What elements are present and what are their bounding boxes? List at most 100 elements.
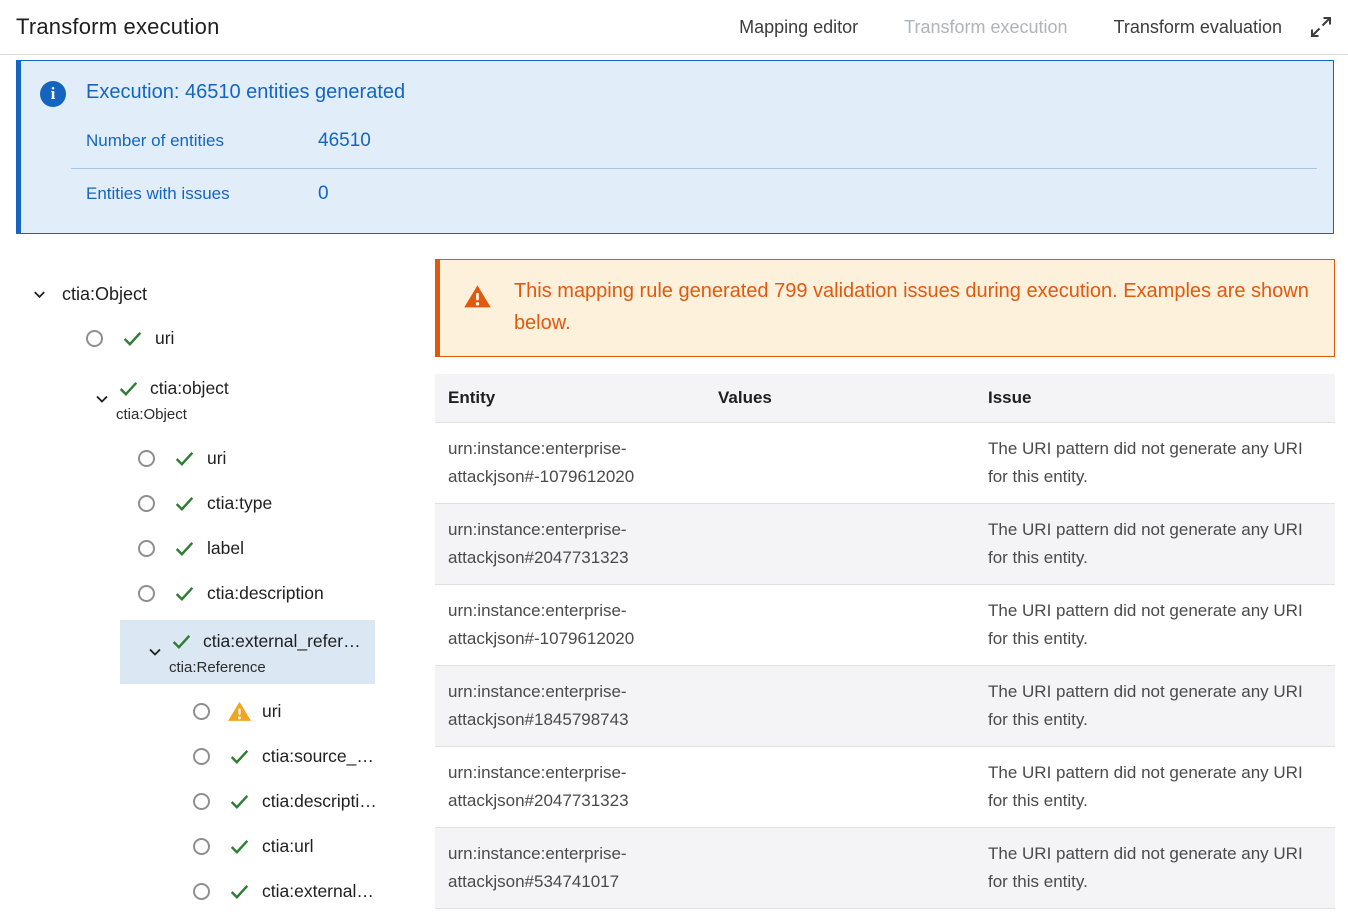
success-check-icon	[172, 446, 197, 471]
tree-item-uri[interactable]: uri	[0, 316, 174, 361]
stat-value: 0	[318, 183, 329, 205]
issue-cell: The URI pattern did not generate any URI…	[975, 516, 1335, 572]
table-row: urn:instance:enterprise-attackjson#53474…	[435, 827, 1335, 909]
execution-summary-content: Execution: 46510 entities generated Numb…	[86, 79, 1317, 215]
tree-item-label[interactable]: ctia:descripti…	[262, 791, 377, 812]
execution-summary-banner: i Execution: 46510 entities generated Nu…	[16, 60, 1334, 234]
tree-item-uri-warning[interactable]: uri	[0, 689, 281, 734]
success-check-icon	[172, 491, 197, 516]
tree-item-ctia-external-id[interactable]: ctia:external…	[0, 869, 374, 914]
column-header-entity: Entity	[435, 388, 705, 408]
stat-entities-with-issues: Entities with issues 0	[86, 169, 1317, 215]
success-check-icon	[227, 834, 252, 859]
radio-button[interactable]	[193, 748, 210, 765]
tree-item-label[interactable]: ctia:url	[262, 836, 314, 857]
success-check-icon	[227, 879, 252, 904]
expand-diagonal-arrows-icon	[1309, 15, 1333, 39]
success-check-icon	[172, 581, 197, 606]
chevron-down-icon[interactable]	[145, 642, 165, 662]
issue-cell: The URI pattern did not generate any URI…	[975, 678, 1335, 734]
tree-item-label[interactable]: ctia:source_…	[262, 746, 374, 767]
radio-button[interactable]	[138, 495, 155, 512]
chevron-down-icon[interactable]	[30, 285, 49, 304]
issue-cell: The URI pattern did not generate any URI…	[975, 840, 1335, 896]
radio-button[interactable]	[193, 883, 210, 900]
issue-cell: The URI pattern did not generate any URI…	[975, 435, 1335, 491]
tree-item-label[interactable]: uri	[155, 328, 174, 349]
entity-cell: urn:instance:enterprise-attackjson#20477…	[435, 516, 705, 572]
tree-item-label[interactable]: ctia:external_refer…	[203, 631, 361, 652]
values-cell	[705, 840, 975, 896]
header-tabs: Mapping editor Transform execution Trans…	[739, 17, 1282, 38]
tree-item-label[interactable]: ctia:type	[207, 493, 272, 514]
tree-item-label[interactable]: ctia:description	[207, 583, 324, 604]
issue-cell: The URI pattern did not generate any URI…	[975, 759, 1335, 815]
tree-item-uri[interactable]: uri	[0, 436, 226, 481]
success-check-icon	[169, 629, 194, 654]
tab-transform-evaluation[interactable]: Transform evaluation	[1114, 17, 1282, 38]
success-check-icon	[172, 536, 197, 561]
tree-item-ctia-description-ref[interactable]: ctia:descripti…	[0, 779, 377, 824]
success-check-icon	[227, 744, 252, 769]
table-row: urn:instance:enterprise-attackjson#18457…	[435, 665, 1335, 746]
tree-item-label[interactable]: ctia:Object	[62, 284, 147, 305]
success-check-icon	[116, 376, 141, 401]
tree-item-ctia-description[interactable]: ctia:description	[0, 571, 324, 616]
table-row: urn:instance:enterprise-attackjson#-1079…	[435, 422, 1335, 503]
header-bar: Transform execution Mapping editor Trans…	[0, 0, 1348, 55]
entity-cell: urn:instance:enterprise-attackjson#20477…	[435, 759, 705, 815]
tab-transform-execution: Transform execution	[904, 17, 1067, 38]
radio-button[interactable]	[138, 540, 155, 557]
issue-cell: The URI pattern did not generate any URI…	[975, 597, 1335, 653]
info-icon: i	[40, 81, 66, 107]
validation-panel: This mapping rule generated 799 validati…	[435, 259, 1335, 909]
entity-cell: urn:instance:enterprise-attackjson#53474…	[435, 840, 705, 896]
radio-button[interactable]	[86, 330, 103, 347]
stat-label: Number of entities	[86, 131, 318, 151]
page-title: Transform execution	[16, 14, 220, 40]
execution-summary-heading: Execution: 46510 entities generated	[86, 81, 1317, 104]
validation-warning-banner: This mapping rule generated 799 validati…	[435, 259, 1335, 357]
table-row: urn:instance:enterprise-attackjson#-1079…	[435, 584, 1335, 665]
tree-item-label[interactable]: ctia:object	[150, 378, 229, 399]
table-row: urn:instance:enterprise-attackjson#20477…	[435, 503, 1335, 584]
tree-item-type-subtitle: ctia:Object	[116, 405, 229, 425]
tree-item-ctia-source[interactable]: ctia:source_…	[0, 734, 374, 779]
main-content: ctia:Object uri ctia:object ctia:Object …	[0, 259, 1348, 914]
tree-item-ctia-type[interactable]: ctia:type	[0, 481, 272, 526]
table-row: urn:instance:enterprise-attackjson#20477…	[435, 746, 1335, 827]
tree-item-label[interactable]: ctia:external…	[262, 881, 374, 902]
stat-value: 46510	[318, 130, 371, 152]
radio-button[interactable]	[193, 793, 210, 810]
tree-item-ctia-url[interactable]: ctia:url	[0, 824, 314, 869]
column-header-values: Values	[705, 388, 975, 408]
radio-button[interactable]	[138, 450, 155, 467]
tree-item-ctia-object-root[interactable]: ctia:Object	[0, 272, 147, 316]
tree-item-ctia-object[interactable]: ctia:object ctia:Object	[67, 367, 243, 431]
validation-issues-table: Entity Values Issue urn:instance:enterpr…	[435, 374, 1335, 909]
tree-item-label-rule[interactable]: label	[0, 526, 244, 571]
tree-item-type-subtitle: ctia:Reference	[169, 658, 361, 678]
expand-fullscreen-button[interactable]	[1308, 14, 1334, 40]
entity-cell: urn:instance:enterprise-attackjson#-1079…	[435, 597, 705, 653]
warning-triangle-icon	[463, 281, 492, 312]
entity-cell: urn:instance:enterprise-attackjson#-1079…	[435, 435, 705, 491]
tree-item-label[interactable]: label	[207, 538, 244, 559]
tab-mapping-editor[interactable]: Mapping editor	[739, 17, 858, 38]
radio-button[interactable]	[138, 585, 155, 602]
tree-item-label[interactable]: uri	[262, 701, 281, 722]
entity-cell: urn:instance:enterprise-attackjson#18457…	[435, 678, 705, 734]
chevron-down-icon[interactable]	[92, 389, 112, 409]
mapping-rule-tree: ctia:Object uri ctia:object ctia:Object …	[0, 259, 435, 914]
stat-number-of-entities: Number of entities 46510	[86, 124, 1317, 168]
values-cell	[705, 516, 975, 572]
values-cell	[705, 678, 975, 734]
tree-item-label[interactable]: uri	[207, 448, 226, 469]
radio-button[interactable]	[193, 703, 210, 720]
column-header-issue: Issue	[975, 388, 1335, 408]
validation-warning-message: This mapping rule generated 799 validati…	[514, 275, 1314, 339]
success-check-icon	[227, 789, 252, 814]
tree-item-ctia-external-references-selected[interactable]: ctia:external_refer… ctia:Reference	[120, 620, 375, 684]
values-cell	[705, 435, 975, 491]
radio-button[interactable]	[193, 838, 210, 855]
